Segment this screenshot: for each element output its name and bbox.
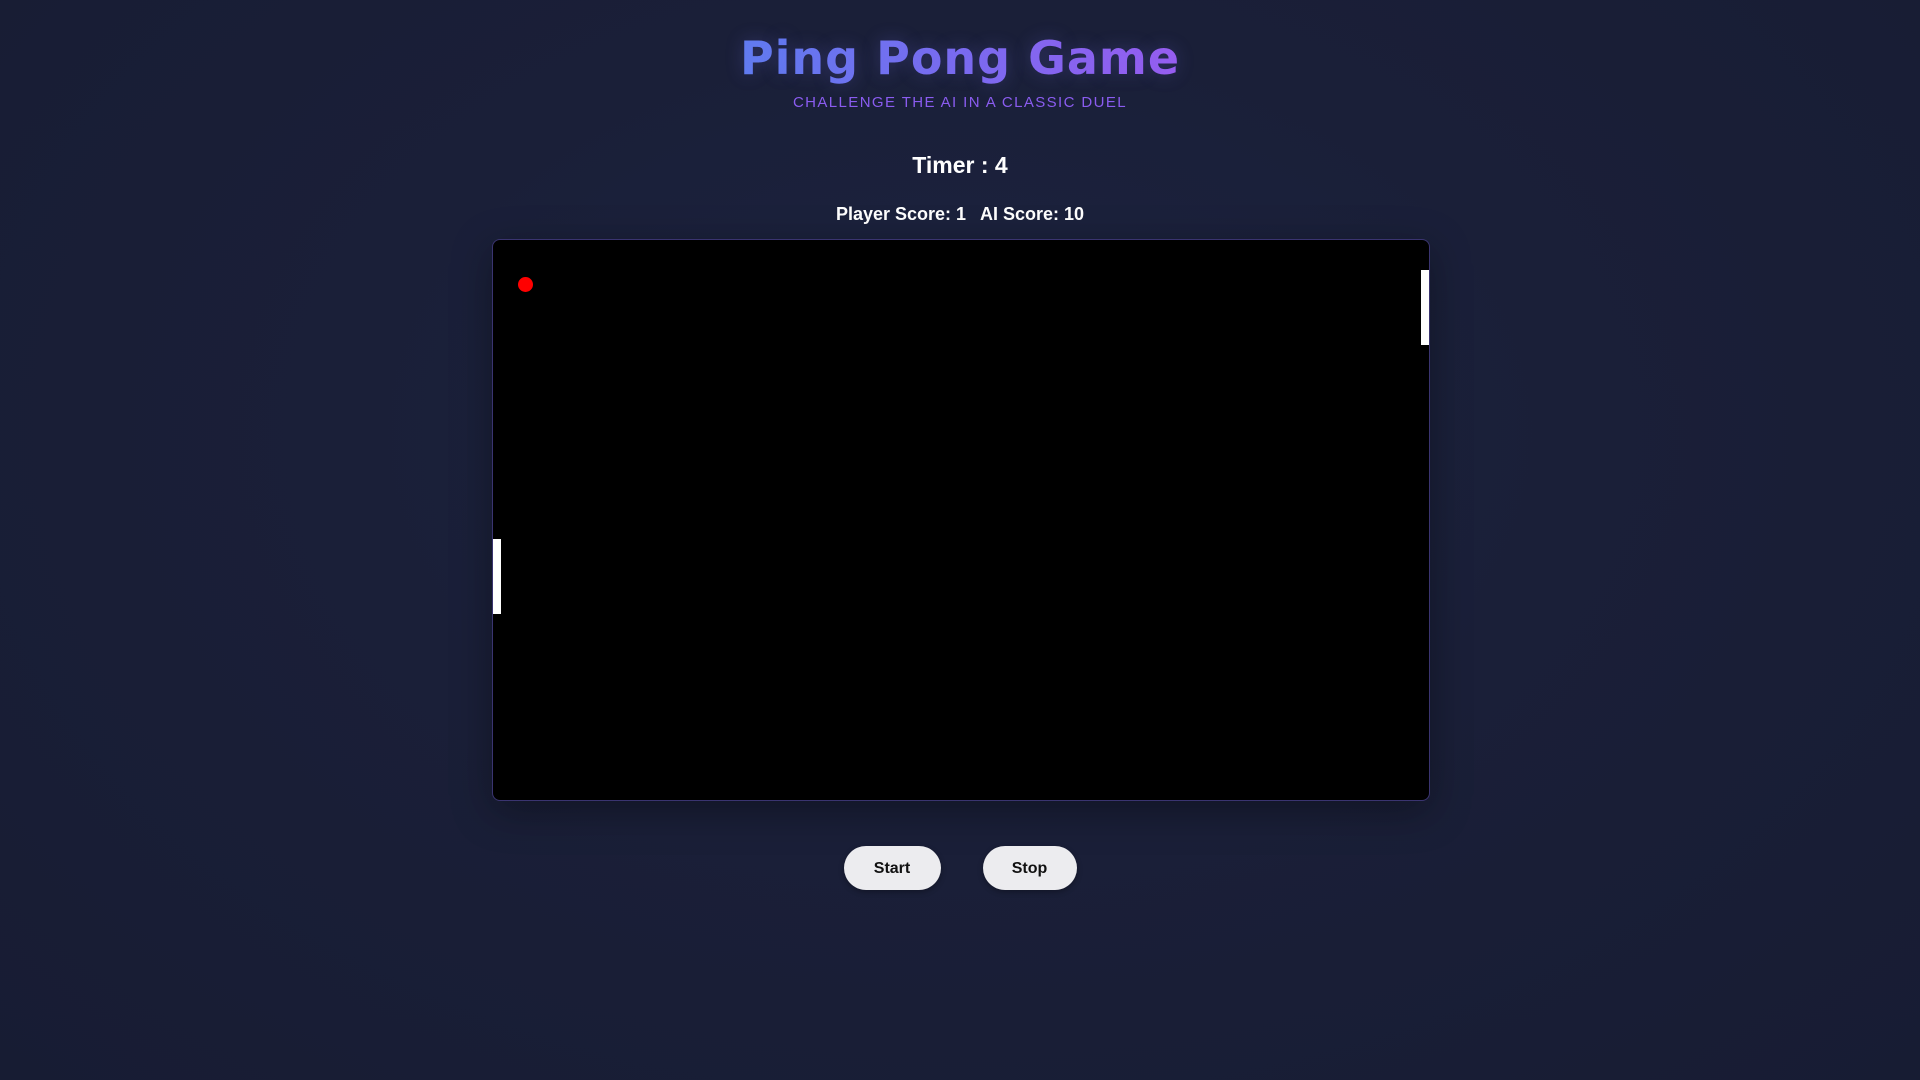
page-title: Ping Pong Game	[740, 28, 1180, 88]
game-controls: Start Stop	[0, 846, 1920, 890]
player-score: Player Score: 1	[835, 204, 967, 224]
score-display: Player Score: 1 AI Score: 10	[0, 202, 1920, 226]
player-paddle[interactable]	[493, 539, 501, 614]
ai-score: AI Score: 10	[980, 204, 1085, 224]
page-subtitle: CHALLENGE THE AI IN A CLASSIC DUEL	[792, 94, 1128, 111]
ball	[518, 277, 533, 292]
ai-paddle	[1421, 270, 1429, 345]
timer-display: Timer : 4	[912, 152, 1008, 178]
game-board[interactable]	[492, 239, 1430, 801]
page-header: Ping Pong Game CHALLENGE THE AI IN A CLA…	[0, 28, 1920, 112]
stop-button[interactable]: Stop	[982, 846, 1077, 890]
start-button[interactable]: Start	[843, 846, 941, 890]
